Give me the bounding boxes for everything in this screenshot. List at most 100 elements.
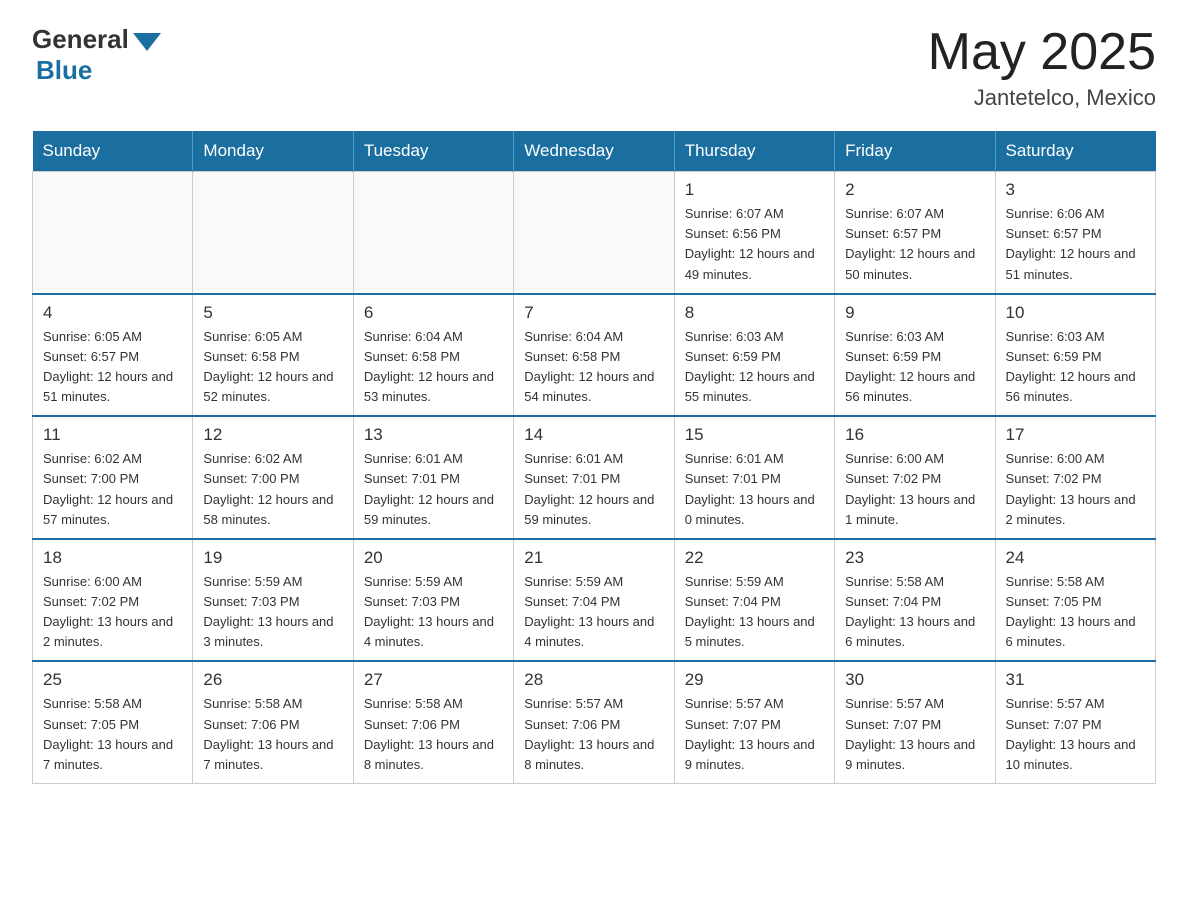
calendar-cell: 24 Sunrise: 5:58 AMSunset: 7:05 PMDayligh… [995,539,1155,662]
calendar-cell: 19 Sunrise: 5:59 AMSunset: 7:03 PMDayligh… [193,539,353,662]
day-info: Sunrise: 6:06 AMSunset: 6:57 PMDaylight:… [1006,204,1145,285]
calendar-cell [193,172,353,294]
day-info: Sunrise: 6:03 AMSunset: 6:59 PMDaylight:… [845,327,984,408]
day-info: Sunrise: 6:07 AMSunset: 6:57 PMDaylight:… [845,204,984,285]
day-info: Sunrise: 5:57 AMSunset: 7:07 PMDaylight:… [685,694,824,775]
calendar-cell: 1Sunrise: 6:07 AMSunset: 6:56 PMDaylight… [674,172,834,294]
day-number: 14 [524,425,663,445]
month-year-title: May 2025 [928,24,1156,81]
calendar-cell: 9 Sunrise: 6:03 AMSunset: 6:59 PMDaylight… [835,294,995,417]
day-info: Sunrise: 6:05 AMSunset: 6:58 PMDaylight:… [203,327,342,408]
day-info: Sunrise: 6:01 AMSunset: 7:01 PMDaylight:… [685,449,824,530]
day-number: 27 [364,670,503,690]
logo-blue-text: Blue [36,55,92,86]
day-info: Sunrise: 6:00 AMSunset: 7:02 PMDaylight:… [845,449,984,530]
day-info: Sunrise: 6:00 AMSunset: 7:02 PMDaylight:… [43,572,182,653]
day-info: Sunrise: 5:57 AMSunset: 7:07 PMDaylight:… [845,694,984,775]
calendar-cell: 25Sunrise: 5:58 AMSunset: 7:05 PMDayligh… [33,661,193,783]
day-info: Sunrise: 5:59 AMSunset: 7:04 PMDaylight:… [685,572,824,653]
day-info: Sunrise: 6:02 AMSunset: 7:00 PMDaylight:… [203,449,342,530]
calendar-cell: 12 Sunrise: 6:02 AMSunset: 7:00 PMDayligh… [193,416,353,539]
day-of-week-header: Tuesday [353,131,513,172]
day-info: Sunrise: 6:01 AMSunset: 7:01 PMDaylight:… [364,449,503,530]
calendar-cell: 2 Sunrise: 6:07 AMSunset: 6:57 PMDaylight… [835,172,995,294]
calendar-week-row: 18 Sunrise: 6:00 AMSunset: 7:02 PMDayligh… [33,539,1156,662]
day-info: Sunrise: 6:04 AMSunset: 6:58 PMDaylight:… [524,327,663,408]
calendar-cell: 29 Sunrise: 5:57 AMSunset: 7:07 PMDayligh… [674,661,834,783]
calendar-cell: 26Sunrise: 5:58 AMSunset: 7:06 PMDayligh… [193,661,353,783]
day-number: 12 [203,425,342,445]
day-of-week-header: Wednesday [514,131,674,172]
day-number: 3 [1006,180,1145,200]
calendar-cell: 23Sunrise: 5:58 AMSunset: 7:04 PMDayligh… [835,539,995,662]
day-number: 28 [524,670,663,690]
calendar-cell: 13 Sunrise: 6:01 AMSunset: 7:01 PMDayligh… [353,416,513,539]
day-info: Sunrise: 6:03 AMSunset: 6:59 PMDaylight:… [1006,327,1145,408]
day-number: 8 [685,303,824,323]
calendar-cell: 14 Sunrise: 6:01 AMSunset: 7:01 PMDayligh… [514,416,674,539]
day-info: Sunrise: 5:58 AMSunset: 7:05 PMDaylight:… [1006,572,1145,653]
logo: General Blue [32,24,161,86]
day-info: Sunrise: 6:03 AMSunset: 6:59 PMDaylight:… [685,327,824,408]
day-of-week-header: Thursday [674,131,834,172]
calendar-cell: 6Sunrise: 6:04 AMSunset: 6:58 PMDaylight… [353,294,513,417]
page-header: General Blue May 2025 Jantetelco, Mexico [32,24,1156,111]
day-info: Sunrise: 6:07 AMSunset: 6:56 PMDaylight:… [685,204,824,285]
calendar-header-row: SundayMondayTuesdayWednesdayThursdayFrid… [33,131,1156,172]
calendar-cell: 15Sunrise: 6:01 AMSunset: 7:01 PMDayligh… [674,416,834,539]
day-info: Sunrise: 6:04 AMSunset: 6:58 PMDaylight:… [364,327,503,408]
day-info: Sunrise: 5:58 AMSunset: 7:06 PMDaylight:… [364,694,503,775]
day-info: Sunrise: 5:59 AMSunset: 7:03 PMDaylight:… [203,572,342,653]
day-number: 5 [203,303,342,323]
calendar-cell [514,172,674,294]
calendar-cell: 11Sunrise: 6:02 AMSunset: 7:00 PMDayligh… [33,416,193,539]
day-of-week-header: Saturday [995,131,1155,172]
day-number: 13 [364,425,503,445]
calendar-week-row: 11Sunrise: 6:02 AMSunset: 7:00 PMDayligh… [33,416,1156,539]
day-number: 25 [43,670,182,690]
day-number: 30 [845,670,984,690]
day-number: 9 [845,303,984,323]
day-info: Sunrise: 5:57 AMSunset: 7:07 PMDaylight:… [1006,694,1145,775]
calendar-cell: 30 Sunrise: 5:57 AMSunset: 7:07 PMDayligh… [835,661,995,783]
day-of-week-header: Friday [835,131,995,172]
calendar-cell: 16 Sunrise: 6:00 AMSunset: 7:02 PMDayligh… [835,416,995,539]
day-number: 29 [685,670,824,690]
calendar-cell: 10 Sunrise: 6:03 AMSunset: 6:59 PMDayligh… [995,294,1155,417]
day-number: 24 [1006,548,1145,568]
day-info: Sunrise: 6:01 AMSunset: 7:01 PMDaylight:… [524,449,663,530]
calendar-cell: 21Sunrise: 5:59 AMSunset: 7:04 PMDayligh… [514,539,674,662]
day-number: 7 [524,303,663,323]
calendar-cell: 8 Sunrise: 6:03 AMSunset: 6:59 PMDaylight… [674,294,834,417]
calendar-week-row: 4Sunrise: 6:05 AMSunset: 6:57 PMDaylight… [33,294,1156,417]
day-number: 2 [845,180,984,200]
day-number: 10 [1006,303,1145,323]
calendar-cell: 31Sunrise: 5:57 AMSunset: 7:07 PMDayligh… [995,661,1155,783]
day-number: 19 [203,548,342,568]
day-of-week-header: Sunday [33,131,193,172]
calendar-cell: 7 Sunrise: 6:04 AMSunset: 6:58 PMDaylight… [514,294,674,417]
calendar-cell: 20 Sunrise: 5:59 AMSunset: 7:03 PMDayligh… [353,539,513,662]
calendar-cell: 28 Sunrise: 5:57 AMSunset: 7:06 PMDayligh… [514,661,674,783]
day-info: Sunrise: 6:05 AMSunset: 6:57 PMDaylight:… [43,327,182,408]
calendar-cell: 22 Sunrise: 5:59 AMSunset: 7:04 PMDayligh… [674,539,834,662]
day-info: Sunrise: 5:57 AMSunset: 7:06 PMDaylight:… [524,694,663,775]
calendar-week-row: 25Sunrise: 5:58 AMSunset: 7:05 PMDayligh… [33,661,1156,783]
calendar-week-row: 1Sunrise: 6:07 AMSunset: 6:56 PMDaylight… [33,172,1156,294]
calendar-cell: 5 Sunrise: 6:05 AMSunset: 6:58 PMDaylight… [193,294,353,417]
day-number: 23 [845,548,984,568]
calendar-cell: 18 Sunrise: 6:00 AMSunset: 7:02 PMDayligh… [33,539,193,662]
calendar-cell [33,172,193,294]
day-number: 22 [685,548,824,568]
calendar-cell: 3 Sunrise: 6:06 AMSunset: 6:57 PMDaylight… [995,172,1155,294]
day-number: 20 [364,548,503,568]
day-number: 16 [845,425,984,445]
day-number: 21 [524,548,663,568]
location-subtitle: Jantetelco, Mexico [928,85,1156,111]
day-info: Sunrise: 5:59 AMSunset: 7:03 PMDaylight:… [364,572,503,653]
calendar-table: SundayMondayTuesdayWednesdayThursdayFrid… [32,131,1156,784]
day-number: 18 [43,548,182,568]
logo-general-text: General [32,24,129,55]
day-of-week-header: Monday [193,131,353,172]
calendar-cell [353,172,513,294]
